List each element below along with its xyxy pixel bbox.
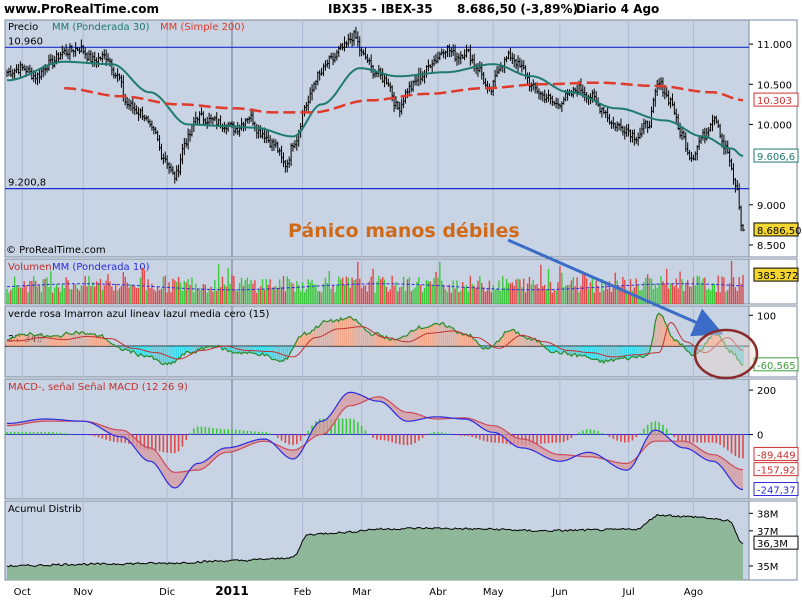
annotation-circle xyxy=(693,328,759,380)
panels: 10.960 9.200,8 Precio MM (Ponderada 30) MM (… xyxy=(4,19,802,581)
macd-tag: -157,92 xyxy=(757,466,796,477)
x-axis-label: May xyxy=(483,587,504,598)
chart: www.ProRealTime.com IBX35 - IBEX-35 8.68… xyxy=(0,0,802,602)
x-axis-label: Ago xyxy=(684,587,703,598)
x-axis-label: Nov xyxy=(74,587,94,598)
mm30-label: MM (Ponderada 30) xyxy=(52,22,150,33)
price-panel-axis xyxy=(748,19,798,258)
price-tag: 8.686,50 xyxy=(757,226,802,237)
x-axis-label: Oct xyxy=(14,587,31,598)
volume-ma-label: MM (Ponderada 10) xyxy=(52,262,150,273)
price-tick-label: 10.500 xyxy=(757,80,792,91)
x-axis-label: Dic xyxy=(159,587,175,598)
price-title: Precio xyxy=(8,22,38,33)
x-axis-label: Jul xyxy=(622,587,635,598)
macd-tag: -247,37 xyxy=(757,486,796,497)
copyright: © ProRealTime.com xyxy=(6,245,106,256)
macd-tag: -89,449 xyxy=(757,450,796,461)
x-axis-label: Mar xyxy=(352,587,372,598)
instrument-title: IBX35 - IBEX-35 xyxy=(328,2,433,16)
accumulation-title: Acumul Distrib xyxy=(8,504,81,515)
oscillator-tick-label: 100 xyxy=(757,311,776,322)
price-tick-label: 8.500 xyxy=(757,241,786,252)
period-label: Diario 4 Ago xyxy=(576,2,659,16)
macd-tick-label: 0 xyxy=(757,431,763,442)
macd-tick-label: 200 xyxy=(757,386,776,397)
accumulation-tick-label: 38M xyxy=(757,509,778,520)
accumulation-tag: 36,3M xyxy=(757,539,788,550)
mm200-label: MM (Simple 200) xyxy=(160,22,245,33)
annotation-text: Pánico manos débiles xyxy=(288,220,520,242)
site-url[interactable]: www.ProRealTime.com xyxy=(4,2,159,16)
price-hline-label: 10.960 xyxy=(8,36,43,47)
price-hline-label: 9.200,8 xyxy=(8,178,46,189)
last-price: 8.686,50 (-3,89%) xyxy=(457,2,578,16)
oscillator-title: verde rosa lmarron azul lineav lazul med… xyxy=(8,309,270,320)
volume-title: Volumen xyxy=(8,262,52,273)
volume-tag: 385.372 xyxy=(757,271,798,282)
price-tick-label: 11.000 xyxy=(757,40,792,51)
price-tick-label: 10.000 xyxy=(757,120,792,131)
price-tag: 9.606,6 xyxy=(757,152,795,163)
macd-title: MACD-, señal Señal MACD (12 26 9) xyxy=(8,382,188,393)
price-tag: 10.303 xyxy=(757,96,792,107)
oscillator-tag: -60,565 xyxy=(757,361,796,372)
x-axis-label: 2011 xyxy=(215,584,248,598)
x-axis-label: Feb xyxy=(294,587,312,598)
accumulation-tick-label: 35M xyxy=(757,562,778,573)
price-tick-label: 9.000 xyxy=(757,201,786,212)
x-axis-label: Abr xyxy=(429,587,447,598)
x-axis-label: Jun xyxy=(551,587,568,598)
